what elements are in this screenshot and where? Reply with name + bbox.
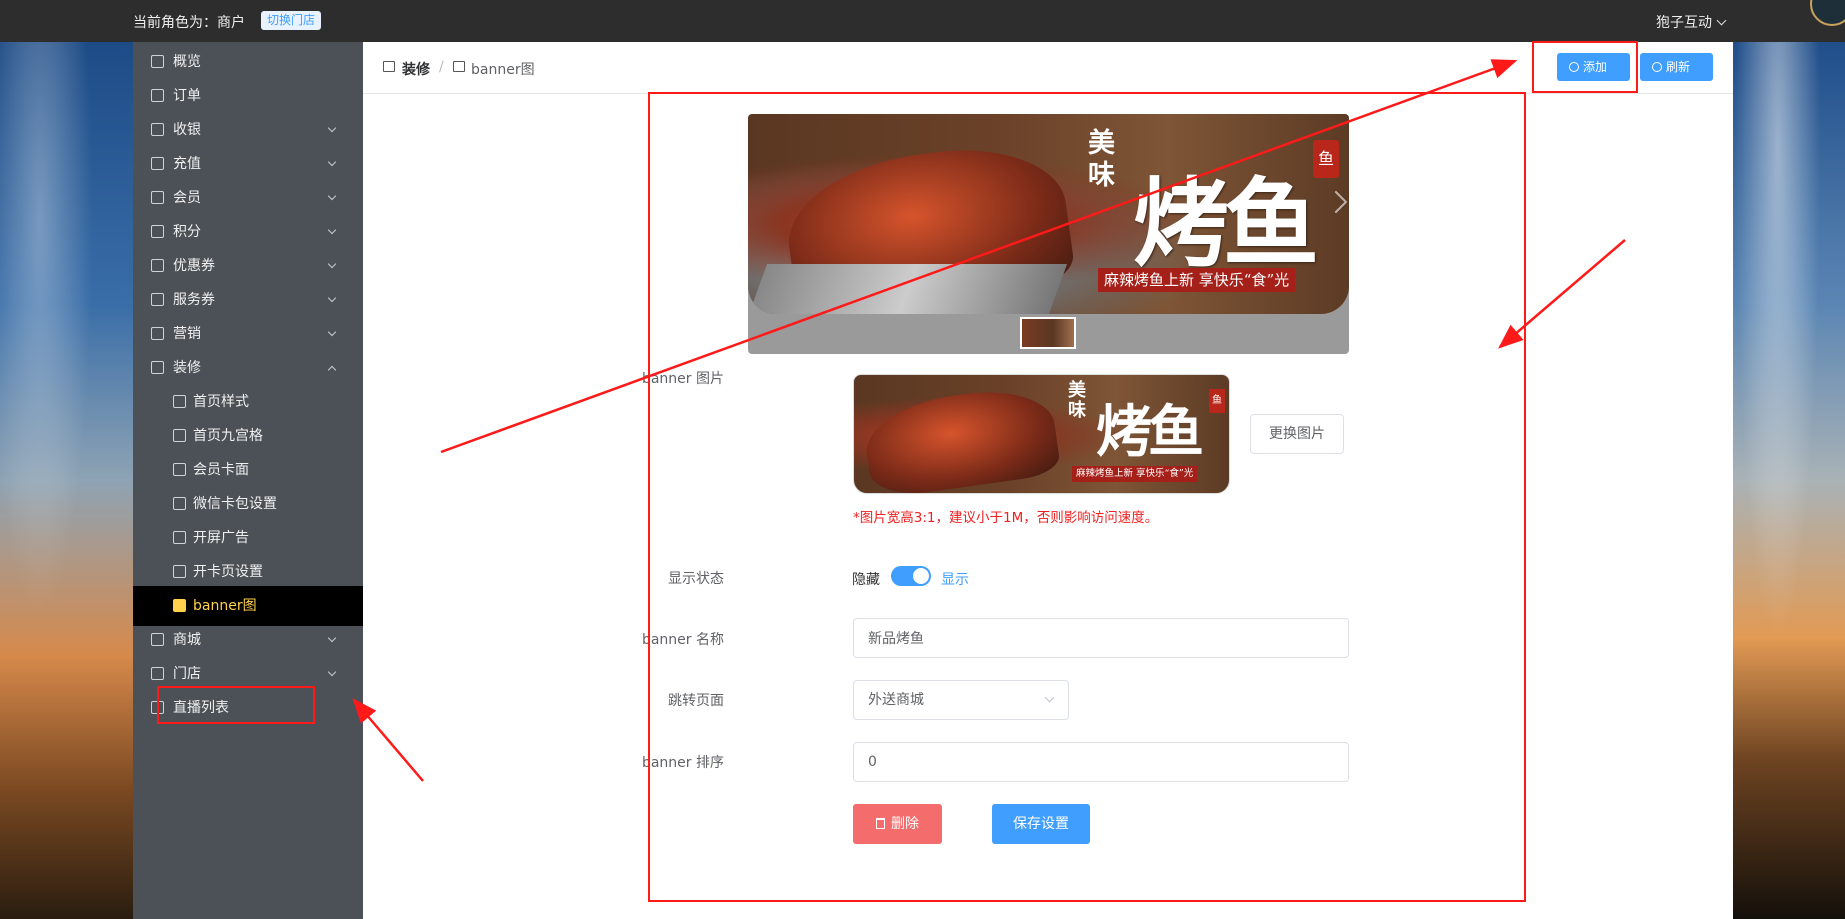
top-bar: 当前角色为：商户 切换门店 狍子互动 <box>0 0 1845 42</box>
home-icon <box>151 55 164 68</box>
decorate-icon <box>383 61 395 72</box>
chevron-down-icon <box>327 667 337 677</box>
switch-store-button[interactable]: 切换门店 <box>261 11 322 30</box>
annotation-box-add <box>1532 41 1638 93</box>
chevron-down-icon <box>1716 15 1727 26</box>
chevron-down-icon <box>327 293 337 303</box>
points-icon <box>151 225 164 238</box>
current-role-text: 当前角色为：商户 <box>133 15 245 31</box>
marketing-icon <box>151 327 164 340</box>
image-icon <box>173 599 186 612</box>
chevron-down-icon <box>327 157 337 167</box>
sidebar: 概览 订单 收银 充值 会员 积分 优惠券 服务券 营销 装修 首页样式 首页九… <box>133 42 363 919</box>
refresh-button[interactable]: 刷新 <box>1640 53 1713 81</box>
annotation-box-banner <box>157 686 315 724</box>
image-icon <box>453 61 465 72</box>
refresh-icon <box>1652 62 1662 72</box>
recharge-icon <box>151 157 164 170</box>
background-photo-right <box>1733 42 1845 919</box>
home-icon <box>173 395 186 408</box>
shop-icon <box>151 633 164 646</box>
chevron-down-icon <box>327 123 337 133</box>
chevron-down-icon <box>327 259 337 269</box>
card-icon <box>173 463 186 476</box>
avatar[interactable] <box>1810 0 1845 26</box>
breadcrumb-level1[interactable]: 装修 <box>402 59 430 79</box>
coupon-icon <box>151 259 164 272</box>
breadcrumb: 装修 / banner图 添加 刷新 <box>363 42 1733 94</box>
chevron-down-icon <box>327 633 337 643</box>
phone-icon <box>173 531 186 544</box>
brand-name: 狍子互动 <box>1656 15 1712 31</box>
grid-icon <box>173 429 186 442</box>
decorate-icon <box>151 361 164 374</box>
annotation-box-form <box>648 92 1526 902</box>
store-icon <box>151 667 164 680</box>
card-page-icon <box>173 565 186 578</box>
account-menu[interactable]: 狍子互动 <box>1656 12 1727 32</box>
chevron-down-icon <box>327 327 337 337</box>
ticket-icon <box>151 293 164 306</box>
chevron-up-icon <box>327 365 337 375</box>
refresh-button-label: 刷新 <box>1666 60 1691 74</box>
order-icon <box>151 89 164 102</box>
chevron-down-icon <box>327 225 337 235</box>
cashier-icon <box>151 123 164 136</box>
breadcrumb-level2: banner图 <box>471 62 535 78</box>
breadcrumb-separator: / <box>439 59 444 75</box>
chevron-down-icon <box>327 191 337 201</box>
wallet-icon <box>173 497 186 510</box>
member-icon <box>151 191 164 204</box>
background-photo-left <box>0 42 133 919</box>
